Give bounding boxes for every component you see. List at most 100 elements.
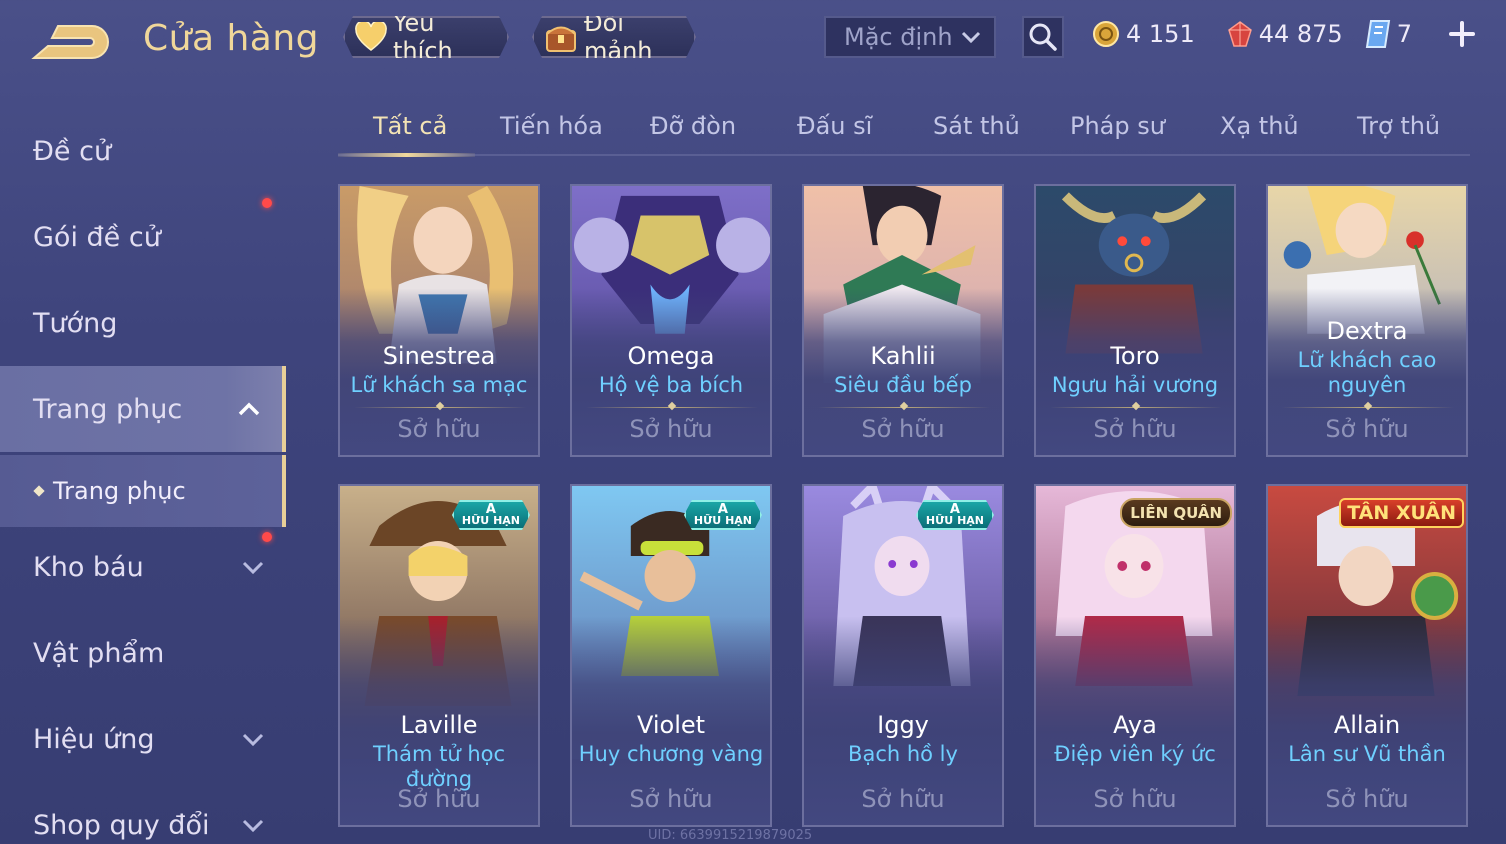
- hero-name: Dextra: [1326, 317, 1408, 345]
- notification-dot: [262, 532, 272, 542]
- role-tabs: Tất cả Tiến hóa Đỡ đòn Đấu sĩ Sát thủ Ph…: [338, 104, 1470, 157]
- skin-card[interactable]: A HỮU HẠN Iggy Bạch hồ ly Sở hữu: [802, 484, 1004, 827]
- card-shade: [1036, 486, 1234, 825]
- hero-name: Omega: [627, 342, 715, 370]
- card-divider: [1282, 407, 1454, 408]
- shard-exchange-button[interactable]: Đổi mảnh: [532, 16, 696, 58]
- skin-name: Bạch hồ ly: [848, 742, 958, 766]
- skin-name: Siêu đầu bếp: [834, 373, 972, 397]
- sidebar-item-label: Shop quy đổi: [33, 809, 210, 841]
- skin-card[interactable]: Toro Ngưu hải vương Sở hữu: [1034, 184, 1236, 457]
- skin-card[interactable]: Dextra Lữ khách cao nguyên Sở hữu: [1266, 184, 1468, 457]
- hero-name: Violet: [636, 711, 706, 739]
- owned-status: Sở hữu: [629, 415, 713, 443]
- card-divider: [818, 407, 990, 408]
- hero-name: Laville: [400, 711, 478, 739]
- owned-status: Sở hữu: [1325, 415, 1409, 443]
- favorites-label: Yêu thích: [393, 9, 453, 65]
- ticket-icon: [1365, 20, 1390, 48]
- sidebar-item-label: Vật phẩm: [33, 637, 165, 669]
- favorites-button[interactable]: Yêu thích: [343, 16, 509, 58]
- treasure-chest-icon: [544, 20, 578, 54]
- tab-mage[interactable]: Pháp sư: [1070, 112, 1165, 140]
- skin-name: Hộ vệ ba bích: [598, 373, 744, 397]
- limited-badge: A HỮU HẠN: [916, 500, 994, 530]
- skin-name: Lữ khách sa mạc: [350, 373, 528, 397]
- chevron-up-icon: [238, 402, 260, 416]
- sidebar-item-label: Đề cử: [33, 135, 112, 167]
- sidebar-item-treasure[interactable]: Kho báu: [0, 524, 286, 610]
- skin-card[interactable]: TÂN XUÂN Allain Lân sư Vũ thần Sở hữu: [1266, 484, 1468, 827]
- badge-text: HỮU HẠN: [925, 514, 984, 527]
- sort-dropdown[interactable]: Mặc định: [824, 16, 996, 58]
- sidebar-item-effects[interactable]: Hiệu ứng: [0, 696, 286, 782]
- search-button[interactable]: [1022, 16, 1064, 58]
- owned-status: Sở hữu: [629, 785, 713, 813]
- currency-bar: 4 151 44 875 7: [1088, 12, 1488, 56]
- sidebar-subitem-label: Trang phục: [53, 477, 186, 505]
- skin-card[interactable]: A HỮU HẠN Laville Thám tử học đường Sở h…: [338, 484, 540, 827]
- ruby-gem-icon: [1227, 21, 1252, 47]
- tab-evolution[interactable]: Tiến hóa: [500, 112, 603, 140]
- gem-amount: 44 875: [1258, 20, 1343, 48]
- gem-balance: 44 875: [1227, 20, 1343, 48]
- skin-name: Lân sư Vũ thần: [1288, 742, 1446, 766]
- sidebar-item-featured[interactable]: Đề cử: [0, 108, 286, 194]
- card-shade: [1268, 486, 1466, 825]
- card-divider: [586, 407, 758, 408]
- gold-balance: 4 151: [1092, 20, 1195, 48]
- chevron-down-icon: [242, 819, 264, 833]
- sidebar-item-label: Kho báu: [33, 551, 144, 583]
- tab-tank[interactable]: Đỡ đòn: [650, 112, 736, 140]
- hero-name: Allain: [1333, 711, 1401, 739]
- tab-assassin[interactable]: Sát thủ: [933, 112, 1020, 140]
- tab-marksman[interactable]: Xạ thủ: [1220, 112, 1299, 140]
- chevron-down-icon: [242, 561, 264, 575]
- badge-text: HỮU HẠN: [461, 514, 520, 527]
- add-currency-button[interactable]: [1442, 14, 1482, 54]
- owned-status: Sở hữu: [861, 785, 945, 813]
- skin-card[interactable]: A HỮU HẠN Violet Huy chương vàng Sở hữu: [570, 484, 772, 827]
- diamond-bullet-icon: [33, 485, 45, 497]
- event-badge: LIÊN QUÂN: [1120, 498, 1232, 528]
- skin-card[interactable]: Kahlii Siêu đầu bếp Sở hữu: [802, 184, 1004, 457]
- ticket-amount: 7: [1396, 20, 1412, 48]
- sidebar-item-skins[interactable]: Trang phục: [0, 366, 286, 452]
- sidebar-item-featured-bundles[interactable]: Gói đề cử: [0, 194, 286, 280]
- sidebar-item-label: Hiệu ứng: [33, 723, 155, 755]
- active-tab-indicator: [338, 153, 475, 157]
- owned-status: Sở hữu: [397, 785, 481, 813]
- owned-status: Sở hữu: [1325, 785, 1409, 813]
- skin-card[interactable]: Omega Hộ vệ ba bích Sở hữu: [570, 184, 772, 457]
- sidebar-item-items[interactable]: Vật phẩm: [0, 610, 286, 696]
- sidebar-item-heroes[interactable]: Tướng: [0, 280, 286, 366]
- hero-name: Iggy: [877, 711, 929, 739]
- limited-badge: A HỮU HẠN: [452, 500, 530, 530]
- skin-card[interactable]: LIÊN QUÂN Aya Điệp viên ký ức Sở hữu: [1034, 484, 1236, 827]
- badge-text: HỮU HẠN: [693, 514, 752, 527]
- tab-support[interactable]: Trợ thủ: [1357, 112, 1440, 140]
- page-title: Cửa hàng: [143, 18, 320, 59]
- heart-icon: [355, 20, 387, 54]
- skin-name: Điệp viên ký ức: [1054, 742, 1216, 766]
- back-button[interactable]: [30, 22, 112, 64]
- card-divider: [1050, 407, 1222, 408]
- ticket-balance: 7: [1365, 19, 1412, 49]
- owned-status: Sở hữu: [1093, 785, 1177, 813]
- sidebar-item-label: Tướng: [33, 307, 118, 339]
- gold-coin-icon: [1093, 21, 1119, 47]
- chevron-down-icon: [961, 31, 981, 44]
- tab-all[interactable]: Tất cả: [373, 112, 447, 140]
- owned-status: Sở hữu: [861, 415, 945, 443]
- sidebar-item-label: Trang phục: [33, 393, 183, 425]
- chevron-down-icon: [242, 733, 264, 747]
- sidebar-item-exchange-shop[interactable]: Shop quy đổi: [0, 782, 286, 844]
- sidebar-subitem-skins[interactable]: Trang phục: [0, 455, 286, 527]
- skin-card[interactable]: Sinestrea Lữ khách sa mạc Sở hữu: [338, 184, 540, 457]
- shard-label: Đổi mảnh: [584, 9, 653, 65]
- tab-fighter[interactable]: Đấu sĩ: [797, 112, 872, 140]
- sort-selected-value: Mặc định: [844, 23, 953, 51]
- skin-grid: Sinestrea Lữ khách sa mạc Sở hữu Omega H…: [338, 184, 1470, 844]
- skin-name: Huy chương vàng: [578, 742, 764, 766]
- notification-dot: [262, 198, 272, 208]
